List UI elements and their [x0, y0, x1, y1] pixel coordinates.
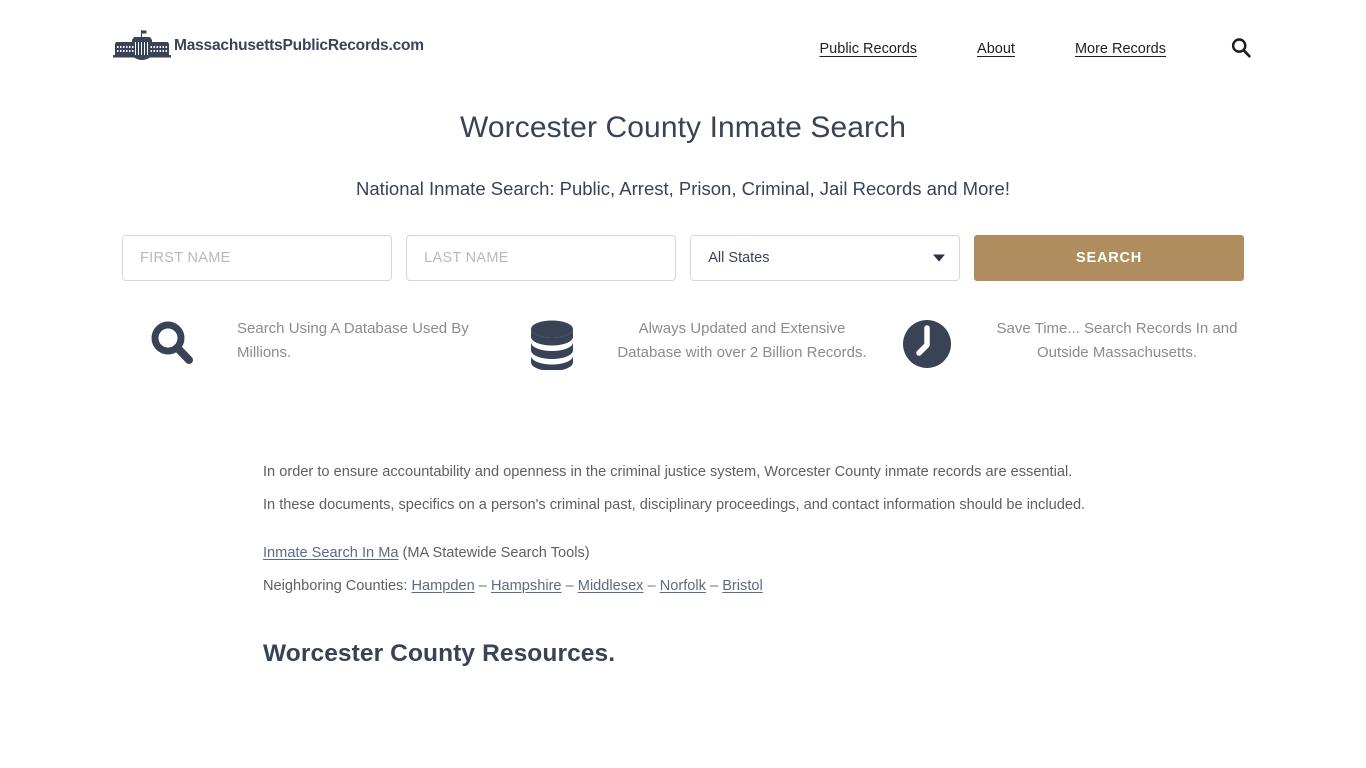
page-subtitle: National Inmate Search: Public, Arrest, … [356, 177, 1010, 199]
site-header: MassachusettsPublicRecords.com Public Re… [0, 0, 1366, 100]
feature-text: Always Updated and Extensive Database wi… [617, 319, 867, 361]
site-logo-text: MassachusettsPublicRecords.com [174, 37, 424, 54]
intro-paragraph-1: In order to ensure accountability and op… [263, 463, 1073, 480]
inmate-search-in-ma-link[interactable]: Inmate Search In Ma [263, 545, 398, 561]
whitehouse-building-icon [112, 29, 172, 63]
county-link-hampden[interactable]: Hampden [411, 578, 474, 594]
county-link-norfolk[interactable]: Norfolk [660, 578, 706, 594]
magnifier-icon [113, 315, 233, 370]
county-link-bristol[interactable]: Bristol [722, 578, 763, 594]
header-search-toggle[interactable] [1228, 36, 1254, 62]
county-link-hampshire[interactable]: Hampshire [491, 578, 562, 594]
feature-item: Always Updated and Extensive Database wi… [493, 315, 873, 370]
feature-item: Save Time... Search Records In and Outsi… [873, 315, 1253, 370]
nav-link-public-records[interactable]: Public Records [820, 41, 918, 57]
inmate-search-form: All States SEARCH [122, 234, 1244, 281]
feature-item: Search Using A Database Used By Millions… [113, 315, 493, 370]
nav-link-about[interactable]: About [977, 41, 1015, 57]
county-link-middlesex[interactable]: Middlesex [578, 578, 644, 594]
state-select-wrapper: All States [690, 234, 961, 281]
first-name-input[interactable] [122, 234, 393, 281]
site-logo[interactable]: MassachusettsPublicRecords.com [112, 29, 424, 63]
hero-section: Worcester County Inmate Search National … [0, 100, 1366, 281]
statewide-tools-line: Inmate Search In Ma (MA Statewide Search… [263, 537, 1104, 571]
last-name-input[interactable] [406, 234, 677, 281]
database-icon [493, 315, 611, 370]
primary-navigation: Public Records About More Records [820, 36, 1254, 62]
statewide-tools-note: (MA Statewide Search Tools) [398, 544, 590, 561]
neighboring-counties-label: Neighboring Counties: [263, 578, 412, 595]
separator: – [561, 578, 578, 595]
separator: – [474, 578, 491, 595]
feature-text: Search Using A Database Used By Millions… [237, 319, 469, 361]
page-title: Worcester County Inmate Search [460, 111, 906, 144]
separator: – [643, 578, 660, 595]
intro-paragraph-2: In these documents, specifics on a perso… [263, 497, 1086, 514]
nav-link-more-records[interactable]: More Records [1075, 41, 1166, 57]
search-button[interactable]: SEARCH [974, 234, 1244, 281]
search-icon [1229, 36, 1253, 63]
state-select[interactable]: All States [690, 234, 961, 281]
article-content: In order to ensure accountability and op… [262, 370, 1104, 668]
resources-heading: Worcester County Resources. [263, 639, 616, 667]
features-row: Search Using A Database Used By Millions… [113, 315, 1253, 370]
neighboring-counties-line: Neighboring Counties: Hampden – Hampshir… [263, 570, 1104, 604]
feature-text: Save Time... Search Records In and Outsi… [996, 319, 1238, 361]
clock-icon [873, 315, 981, 370]
separator: – [705, 578, 723, 595]
